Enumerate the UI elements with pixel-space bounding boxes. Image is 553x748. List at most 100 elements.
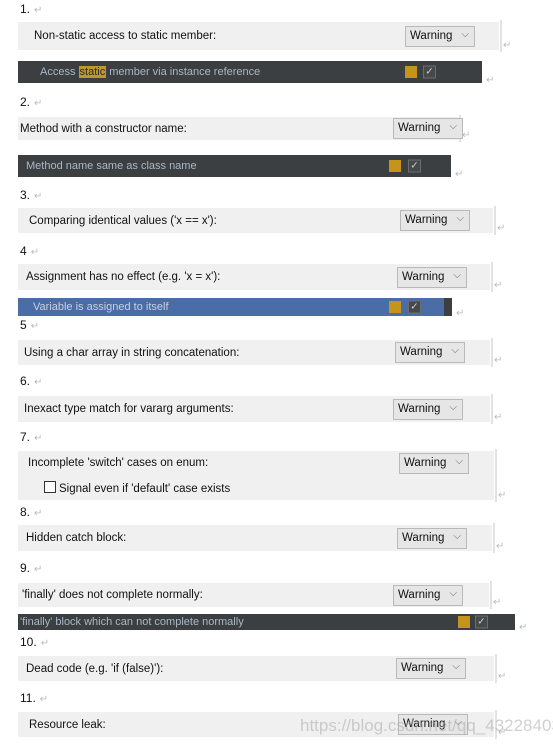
severity-dropdown[interactable]: Warning ⌵ xyxy=(405,26,475,47)
inspection-label: Using a char array in string concatenati… xyxy=(24,346,240,359)
inspection-label: Non-static access to static member: xyxy=(34,30,217,42)
severity-dropdown[interactable]: Warning ⌵ xyxy=(397,267,467,288)
inspection-label: Inexact type match for vararg arguments: xyxy=(24,403,234,415)
return-mark: ↵ xyxy=(40,638,50,649)
return-mark: ↵ xyxy=(503,40,512,51)
preview-text-before: Method name same as class name xyxy=(26,160,197,172)
return-mark: ↵ xyxy=(519,622,528,633)
inspection-row: Non-static access to static member: Warni… xyxy=(18,20,502,52)
item-number: 8. ↵ xyxy=(20,505,42,519)
inspection-row: Comparing identical values ('x == x'): Wa… xyxy=(18,206,496,235)
inspection-row: Method with a constructor name: Warning ⌵ xyxy=(18,115,463,142)
severity-color-swatch xyxy=(458,616,470,628)
severity-dropdown[interactable]: Warning ⌵ xyxy=(399,453,469,474)
item-number: 2. ↵ xyxy=(20,95,42,109)
inspection-preview-row[interactable]: 'finally' block which can not complete n… xyxy=(18,614,515,630)
inspection-label: 'finally' does not complete normally: xyxy=(22,589,203,601)
item-number: 5 ↵ xyxy=(20,318,39,332)
item-number: 4 ↵ xyxy=(20,244,39,258)
return-mark: ↵ xyxy=(34,433,43,444)
item-number-text: 11. xyxy=(20,691,36,705)
item-number: 11. ↵ xyxy=(20,691,48,705)
enabled-checkbox-icon[interactable]: ✓ xyxy=(408,159,421,173)
return-mark: ↵ xyxy=(494,280,503,291)
item-number-text: 1. xyxy=(20,2,31,16)
return-mark: ↵ xyxy=(486,75,495,86)
item-number-text: 8. xyxy=(20,505,31,519)
inspection-preview-row[interactable]: Method name same as class name ✓ xyxy=(18,155,451,177)
preview-text: Access static member via instance refere… xyxy=(40,66,260,78)
return-mark: ↵ xyxy=(496,541,505,552)
item-number-text: 2. xyxy=(20,95,31,109)
checkbox-icon[interactable] xyxy=(44,481,56,493)
severity-dropdown[interactable]: Warning ⌵ xyxy=(393,585,463,606)
return-mark: ↵ xyxy=(456,308,465,319)
row-divider xyxy=(490,581,492,609)
return-mark: ↵ xyxy=(39,694,49,705)
return-mark: ↵ xyxy=(34,191,43,202)
chevron-down-icon: ⌵ xyxy=(449,588,457,599)
item-number: 10. ↵ xyxy=(20,635,49,649)
preview-text: Method name same as class name xyxy=(26,160,197,172)
item-number: 6. ↵ xyxy=(20,374,42,388)
item-number-text: 9. xyxy=(20,561,31,575)
inspection-row: Dead code (e.g. 'if (false)'): Warning ⌵ xyxy=(18,654,497,683)
severity-dropdown[interactable]: Warning ⌵ xyxy=(397,528,467,549)
preview-scrollbar[interactable] xyxy=(444,298,452,316)
preview-text-before: Variable is assigned to itself xyxy=(33,301,169,313)
return-mark: ↵ xyxy=(34,377,43,388)
row-divider xyxy=(495,449,497,502)
preview-text: Variable is assigned to itself xyxy=(33,301,169,313)
inspection-label: Resource leak: xyxy=(29,718,106,731)
return-mark: ↵ xyxy=(30,247,40,258)
return-mark: ↵ xyxy=(34,5,43,16)
severity-dropdown[interactable]: Warning ⌵ xyxy=(396,658,466,679)
severity-value: Warning xyxy=(404,457,447,469)
inspection-label: Hidden catch block: xyxy=(26,532,127,544)
chevron-down-icon: ⌵ xyxy=(456,213,464,224)
severity-value: Warning xyxy=(400,346,443,358)
chevron-down-icon: ⌵ xyxy=(452,661,460,672)
severity-value: Warning xyxy=(402,271,445,283)
row-divider xyxy=(494,206,496,235)
item-number-text: 7. xyxy=(20,430,31,444)
inspection-row: 'finally' does not complete normally: War… xyxy=(18,581,492,609)
return-mark: ↵ xyxy=(455,169,464,180)
inspection-label: Assignment has no effect (e.g. 'x = x'): xyxy=(26,271,221,283)
inspection-preview-row[interactable]: Access static member via instance refere… xyxy=(18,61,482,83)
item-number-text: 3. xyxy=(20,188,31,202)
enabled-checkbox-icon[interactable]: ✓ xyxy=(475,615,488,629)
inspection-label: Method with a constructor name: xyxy=(20,122,187,135)
return-mark: ↵ xyxy=(34,564,43,575)
inspection-row: Hidden catch block: Warning ⌵ xyxy=(18,523,495,553)
return-mark: ↵ xyxy=(494,412,503,423)
return-mark: ↵ xyxy=(498,671,507,682)
chevron-down-icon: ⌵ xyxy=(453,270,461,281)
row-divider xyxy=(493,523,495,553)
item-number-text: 5 xyxy=(20,318,27,332)
chevron-down-icon: ⌵ xyxy=(461,29,469,40)
preview-text: 'finally' block which can not complete n… xyxy=(20,616,244,628)
inspection-preview-row[interactable]: Variable is assigned to itself ✓ xyxy=(18,298,452,316)
enabled-checkbox-icon[interactable]: ✓ xyxy=(408,300,421,314)
severity-value: Warning xyxy=(410,30,453,42)
severity-value: Warning xyxy=(398,403,441,415)
severity-value: Warning xyxy=(398,589,441,601)
severity-value: Warning xyxy=(405,214,448,226)
chevron-down-icon: ⌵ xyxy=(451,345,459,356)
chevron-down-icon: ⌵ xyxy=(449,121,457,132)
severity-dropdown[interactable]: Warning ⌵ xyxy=(395,342,465,363)
preview-text-before: 'finally' block which can not complete n… xyxy=(20,616,244,628)
chevron-down-icon: ⌵ xyxy=(453,531,461,542)
severity-color-swatch xyxy=(389,301,401,313)
return-mark: ↵ xyxy=(493,597,502,608)
severity-dropdown[interactable]: Warning ⌵ xyxy=(393,118,463,139)
enabled-checkbox-icon[interactable]: ✓ xyxy=(423,65,436,79)
severity-dropdown[interactable]: Warning ⌵ xyxy=(393,399,463,420)
row-divider xyxy=(500,20,502,52)
row-divider xyxy=(491,394,493,424)
severity-dropdown[interactable]: Warning ⌵ xyxy=(400,210,470,231)
checkbox-label: Signal even if 'default' case exists xyxy=(59,483,231,495)
chevron-down-icon: ⌵ xyxy=(455,456,463,467)
signal-default-checkbox[interactable]: Signal even if 'default' case exists xyxy=(44,481,230,495)
